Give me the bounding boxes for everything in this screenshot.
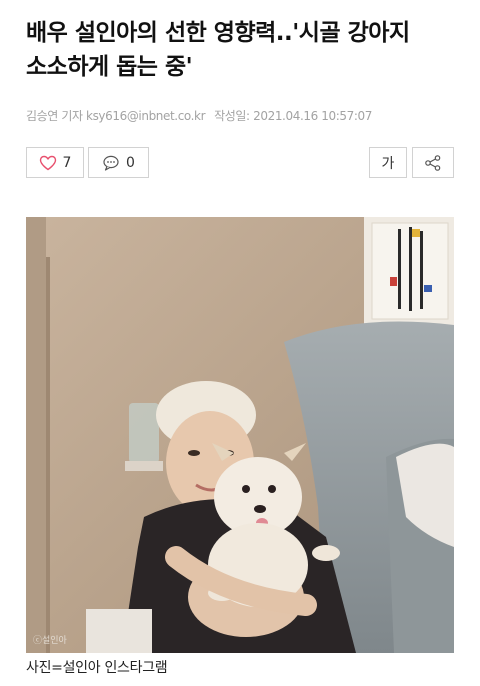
photo-illustration — [26, 217, 454, 653]
font-size-label: 가 — [381, 155, 395, 172]
share-button[interactable] — [412, 147, 454, 178]
comment-button[interactable]: 0 — [88, 147, 149, 178]
share-icon — [424, 154, 442, 171]
comment-count: 0 — [126, 154, 135, 171]
like-count: 7 — [62, 154, 72, 171]
headline-line-2: 소소하게 돕는 중' — [26, 54, 193, 80]
article-photo: ⓒ설인아 — [26, 217, 454, 653]
byline-author: 김승연 기자 ksy616@inbnet.co.kr — [26, 109, 206, 123]
like-button[interactable]: 7 — [26, 147, 84, 178]
photo-credit: ⓒ설인아 — [33, 636, 67, 646]
headline-line-1: 배우 설인아의 선한 영향력..'시골 강아지 — [26, 20, 410, 46]
photo-caption: 사진=설인아 인스타그램 — [26, 660, 168, 676]
byline-date: 작성일: 2021.04.16 10:57:07 — [214, 109, 372, 123]
article-byline: 김승연 기자 ksy616@inbnet.co.kr 작성일: 2021.04.1… — [26, 107, 372, 124]
heart-icon — [39, 155, 57, 171]
article-headline: 배우 설인아의 선한 영향력..'시골 강아지 소소하게 돕는 중' — [26, 16, 466, 84]
speech-bubble-icon — [102, 155, 120, 171]
font-size-button[interactable]: 가 — [369, 147, 407, 178]
